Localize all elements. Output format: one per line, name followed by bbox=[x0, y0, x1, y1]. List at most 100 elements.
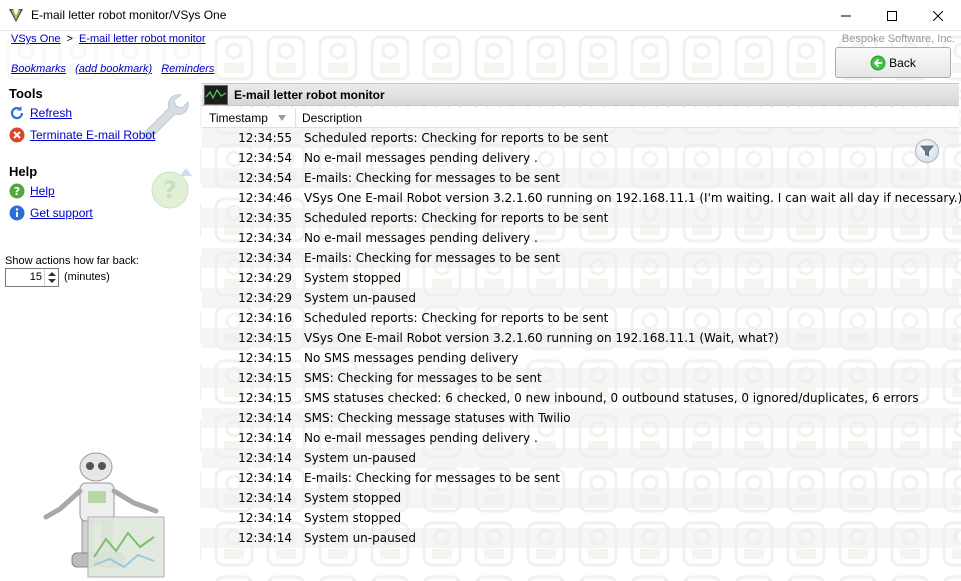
log-timestamp: 12:34:14 bbox=[238, 531, 292, 545]
log-row[interactable]: 12:34:54 No e-mail messages pending deliv… bbox=[202, 148, 959, 168]
show-actions-label: Show actions how far back: bbox=[5, 255, 139, 267]
svg-text:?: ? bbox=[14, 185, 20, 198]
terminate-robot-label: Terminate E-mail Robot bbox=[30, 128, 156, 142]
maximize-icon bbox=[887, 10, 897, 21]
back-button-label: Back bbox=[889, 55, 916, 70]
help-link[interactable]: ? Help bbox=[9, 182, 55, 200]
panel-title: E-mail letter robot monitor bbox=[234, 88, 385, 102]
terminate-robot-link[interactable]: Terminate E-mail Robot bbox=[9, 126, 155, 144]
reminders-link[interactable]: Reminders bbox=[161, 63, 214, 75]
bookmark-links: Bookmarks (add bookmark) Reminders bbox=[11, 63, 220, 75]
log-description: SMS: Checking message statuses with Twil… bbox=[304, 411, 571, 425]
log-column-headers: Timestamp Description bbox=[202, 108, 959, 128]
log-row[interactable]: 12:34:29 System stopped bbox=[202, 268, 959, 288]
log-timestamp: 12:34:15 bbox=[238, 351, 292, 365]
log-timestamp: 12:34:14 bbox=[238, 451, 292, 465]
log-row[interactable]: 12:34:14 E-mails: Checking for messages t… bbox=[202, 468, 959, 488]
log-timestamp: 12:34:34 bbox=[238, 251, 292, 265]
breadcrumb-current-link[interactable]: E-mail letter robot monitor bbox=[79, 33, 206, 45]
log-row[interactable]: 12:34:14 System stopped bbox=[202, 508, 959, 528]
log-description: SMS: Checking for messages to be sent bbox=[304, 371, 542, 385]
log-description: No e-mail messages pending delivery . bbox=[304, 151, 538, 165]
get-support-link[interactable]: Get support bbox=[9, 204, 93, 222]
log-description: No e-mail messages pending delivery . bbox=[304, 431, 538, 445]
log-row[interactable]: 12:34:14 System un-paused bbox=[202, 448, 959, 468]
log-timestamp: 12:34:14 bbox=[238, 431, 292, 445]
maximize-button[interactable] bbox=[869, 0, 915, 31]
log-timestamp: 12:34:14 bbox=[238, 511, 292, 525]
info-icon bbox=[9, 205, 25, 221]
refresh-link[interactable]: Refresh bbox=[9, 104, 72, 122]
back-button[interactable]: Back bbox=[835, 47, 951, 78]
log-row[interactable]: 12:34:14 System un-paused bbox=[202, 528, 959, 548]
log-row[interactable]: 12:34:14 No e-mail messages pending deliv… bbox=[202, 428, 959, 448]
question-icon: ? bbox=[9, 183, 25, 199]
vsys-logo-icon bbox=[9, 9, 23, 22]
breadcrumb: VSys One > E-mail letter robot monitor bbox=[11, 33, 206, 45]
bookmarks-link[interactable]: Bookmarks bbox=[11, 63, 66, 75]
log-description: No SMS messages pending delivery bbox=[304, 351, 519, 365]
log-row[interactable]: 12:34:34 No e-mail messages pending deliv… bbox=[202, 228, 959, 248]
log-timestamp: 12:34:29 bbox=[238, 291, 292, 305]
log-row[interactable]: 12:34:15 VSys One E-mail Robot version 3.… bbox=[202, 328, 959, 348]
log-row[interactable]: 12:34:46 VSys One E-mail Robot version 3.… bbox=[202, 188, 961, 208]
minutes-unit-label: (minutes) bbox=[64, 271, 110, 283]
log-row[interactable]: 12:34:14 SMS: Checking message statuses w… bbox=[202, 408, 959, 428]
log-description: Scheduled reports: Checking for reports … bbox=[304, 311, 609, 325]
sort-descending-icon[interactable] bbox=[278, 115, 286, 121]
description-column-header[interactable]: Description bbox=[302, 111, 362, 125]
title-bar: E-mail letter robot monitor/VSys One bbox=[0, 0, 961, 31]
log-timestamp: 12:34:16 bbox=[238, 311, 292, 325]
monitor-icon bbox=[204, 85, 228, 105]
stepper-arrows[interactable] bbox=[44, 269, 58, 286]
help-label: Help bbox=[30, 184, 55, 198]
column-divider[interactable] bbox=[295, 108, 296, 128]
add-bookmark-link[interactable]: (add bookmark) bbox=[75, 63, 152, 75]
log-row[interactable]: 12:34:34 E-mails: Checking for messages t… bbox=[202, 248, 959, 268]
refresh-icon bbox=[10, 106, 24, 120]
log-timestamp: 12:34:14 bbox=[238, 491, 292, 505]
log-list: 12:34:55 Scheduled reports: Checking for … bbox=[202, 128, 961, 548]
monitor-panel-header: E-mail letter robot monitor bbox=[202, 83, 959, 106]
log-timestamp: 12:34:46 bbox=[238, 191, 292, 205]
log-timestamp: 12:34:35 bbox=[238, 211, 292, 225]
close-button[interactable] bbox=[915, 0, 961, 31]
minutes-stepper[interactable]: 15 bbox=[5, 268, 59, 287]
breadcrumb-root-link[interactable]: VSys One bbox=[11, 33, 61, 45]
window-title: E-mail letter robot monitor/VSys One bbox=[31, 8, 227, 22]
help-badge-icon: ? bbox=[151, 168, 192, 209]
log-row[interactable]: 12:34:14 System stopped bbox=[202, 488, 959, 508]
log-row[interactable]: 12:34:54 E-mails: Checking for messages t… bbox=[202, 168, 959, 188]
log-description: System stopped bbox=[304, 491, 402, 505]
minimize-button[interactable] bbox=[823, 0, 869, 31]
log-row[interactable]: 12:34:29 System un-paused bbox=[202, 288, 959, 308]
chevron-up-icon[interactable] bbox=[48, 272, 56, 276]
log-timestamp: 12:34:14 bbox=[238, 471, 292, 485]
breadcrumb-separator: > bbox=[66, 33, 73, 45]
log-row[interactable]: 12:34:15 No SMS messages pending delivery bbox=[202, 348, 959, 368]
log-description: VSys One E-mail Robot version 3.2.1.60 r… bbox=[304, 331, 779, 345]
log-timestamp: 12:34:15 bbox=[238, 371, 292, 385]
log-description: E-mails: Checking for messages to be sen… bbox=[304, 251, 560, 265]
timestamp-column-header[interactable]: Timestamp bbox=[209, 111, 268, 125]
log-description: E-mails: Checking for messages to be sen… bbox=[304, 471, 560, 485]
log-timestamp: 12:34:14 bbox=[238, 411, 292, 425]
log-timestamp: 12:34:15 bbox=[238, 331, 292, 345]
log-description: SMS statuses checked: 6 checked, 0 new i… bbox=[304, 391, 919, 405]
filter-icon bbox=[920, 145, 934, 157]
log-row[interactable]: 12:34:35 Scheduled reports: Checking for … bbox=[202, 208, 959, 228]
log-timestamp: 12:34:54 bbox=[238, 151, 292, 165]
log-row[interactable]: 12:34:15 SMS: Checking for messages to be… bbox=[202, 368, 959, 388]
refresh-label: Refresh bbox=[30, 106, 73, 120]
chevron-down-icon[interactable] bbox=[48, 279, 56, 283]
log-timestamp: 12:34:29 bbox=[238, 271, 292, 285]
company-name: Bespoke Software, Inc. bbox=[841, 33, 955, 45]
log-description: System un-paused bbox=[304, 451, 416, 465]
log-row[interactable]: 12:34:16 Scheduled reports: Checking for … bbox=[202, 308, 959, 328]
minutes-value: 15 bbox=[29, 271, 42, 283]
log-description: No e-mail messages pending delivery . bbox=[304, 231, 538, 245]
log-row[interactable]: 12:34:55 Scheduled reports: Checking for … bbox=[202, 128, 959, 148]
filter-button[interactable] bbox=[915, 139, 939, 163]
log-row[interactable]: 12:34:15 SMS statuses checked: 6 checked,… bbox=[202, 388, 959, 408]
minimize-icon bbox=[841, 15, 851, 16]
